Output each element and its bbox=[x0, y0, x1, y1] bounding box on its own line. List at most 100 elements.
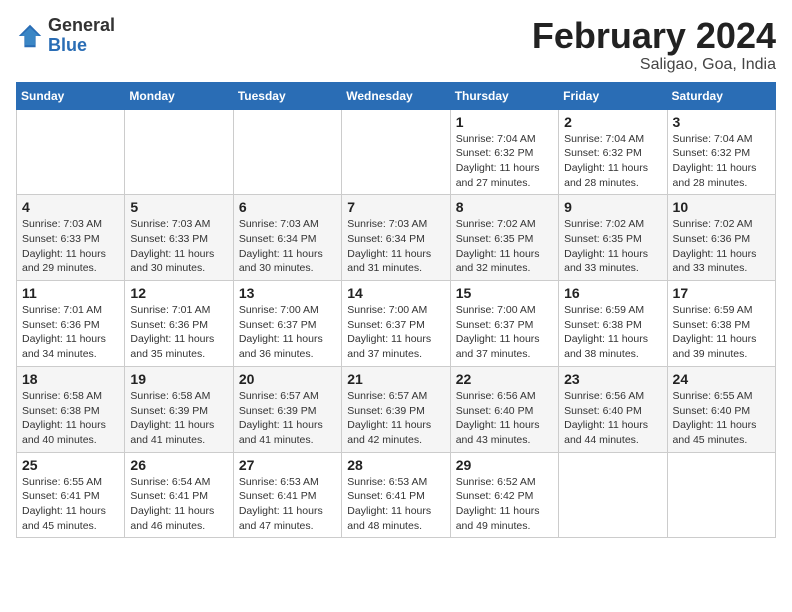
week-row-2: 11 Sunrise: 7:01 AM Sunset: 6:36 PM Dayli… bbox=[17, 281, 776, 367]
week-row-1: 4 Sunrise: 7:03 AM Sunset: 6:33 PM Daylig… bbox=[17, 195, 776, 281]
day-number: 5 bbox=[130, 199, 227, 215]
day-info: Sunrise: 6:52 AM Sunset: 6:42 PM Dayligh… bbox=[456, 475, 553, 534]
day-cell: 19 Sunrise: 6:58 AM Sunset: 6:39 PM Dayli… bbox=[125, 366, 233, 452]
day-cell: 29 Sunrise: 6:52 AM Sunset: 6:42 PM Dayli… bbox=[450, 452, 558, 538]
day-number: 19 bbox=[130, 371, 227, 387]
day-number: 13 bbox=[239, 285, 336, 301]
day-number: 14 bbox=[347, 285, 444, 301]
day-cell: 21 Sunrise: 6:57 AM Sunset: 6:39 PM Dayli… bbox=[342, 366, 450, 452]
weekday-header-saturday: Saturday bbox=[667, 82, 775, 109]
week-row-4: 25 Sunrise: 6:55 AM Sunset: 6:41 PM Dayli… bbox=[17, 452, 776, 538]
logo-general: General bbox=[48, 15, 115, 35]
logo-text: General Blue bbox=[48, 16, 115, 56]
day-info: Sunrise: 7:03 AM Sunset: 6:33 PM Dayligh… bbox=[22, 217, 119, 276]
day-number: 25 bbox=[22, 457, 119, 473]
day-cell: 17 Sunrise: 6:59 AM Sunset: 6:38 PM Dayli… bbox=[667, 281, 775, 367]
day-cell: 2 Sunrise: 7:04 AM Sunset: 6:32 PM Daylig… bbox=[559, 109, 667, 195]
day-info: Sunrise: 6:57 AM Sunset: 6:39 PM Dayligh… bbox=[239, 389, 336, 448]
day-info: Sunrise: 6:56 AM Sunset: 6:40 PM Dayligh… bbox=[564, 389, 661, 448]
day-number: 22 bbox=[456, 371, 553, 387]
day-info: Sunrise: 6:59 AM Sunset: 6:38 PM Dayligh… bbox=[673, 303, 770, 362]
day-info: Sunrise: 6:57 AM Sunset: 6:39 PM Dayligh… bbox=[347, 389, 444, 448]
day-number: 21 bbox=[347, 371, 444, 387]
day-cell bbox=[125, 109, 233, 195]
day-cell bbox=[233, 109, 341, 195]
day-info: Sunrise: 7:02 AM Sunset: 6:35 PM Dayligh… bbox=[564, 217, 661, 276]
day-number: 7 bbox=[347, 199, 444, 215]
day-info: Sunrise: 7:04 AM Sunset: 6:32 PM Dayligh… bbox=[673, 132, 770, 191]
weekday-header-friday: Friday bbox=[559, 82, 667, 109]
day-number: 20 bbox=[239, 371, 336, 387]
day-cell: 9 Sunrise: 7:02 AM Sunset: 6:35 PM Daylig… bbox=[559, 195, 667, 281]
day-number: 26 bbox=[130, 457, 227, 473]
day-info: Sunrise: 6:53 AM Sunset: 6:41 PM Dayligh… bbox=[347, 475, 444, 534]
logo: General Blue bbox=[16, 16, 115, 56]
day-number: 6 bbox=[239, 199, 336, 215]
day-info: Sunrise: 6:59 AM Sunset: 6:38 PM Dayligh… bbox=[564, 303, 661, 362]
day-info: Sunrise: 7:02 AM Sunset: 6:35 PM Dayligh… bbox=[456, 217, 553, 276]
day-info: Sunrise: 7:04 AM Sunset: 6:32 PM Dayligh… bbox=[456, 132, 553, 191]
day-cell: 15 Sunrise: 7:00 AM Sunset: 6:37 PM Dayli… bbox=[450, 281, 558, 367]
day-number: 24 bbox=[673, 371, 770, 387]
day-info: Sunrise: 7:03 AM Sunset: 6:34 PM Dayligh… bbox=[239, 217, 336, 276]
day-cell: 18Sunrise: 6:58 AM Sunset: 6:38 PM Dayli… bbox=[17, 366, 125, 452]
day-cell: 25 Sunrise: 6:55 AM Sunset: 6:41 PM Dayli… bbox=[17, 452, 125, 538]
day-cell bbox=[559, 452, 667, 538]
week-row-0: 1 Sunrise: 7:04 AM Sunset: 6:32 PM Daylig… bbox=[17, 109, 776, 195]
day-cell: 7Sunrise: 7:03 AM Sunset: 6:34 PM Daylig… bbox=[342, 195, 450, 281]
day-info: Sunrise: 7:00 AM Sunset: 6:37 PM Dayligh… bbox=[456, 303, 553, 362]
day-number: 1 bbox=[456, 114, 553, 130]
day-number: 15 bbox=[456, 285, 553, 301]
day-info: Sunrise: 7:01 AM Sunset: 6:36 PM Dayligh… bbox=[130, 303, 227, 362]
month-title: February 2024 bbox=[532, 16, 776, 56]
day-number: 29 bbox=[456, 457, 553, 473]
day-cell: 1 Sunrise: 7:04 AM Sunset: 6:32 PM Daylig… bbox=[450, 109, 558, 195]
day-cell: 16 Sunrise: 6:59 AM Sunset: 6:38 PM Dayli… bbox=[559, 281, 667, 367]
day-cell: 22 Sunrise: 6:56 AM Sunset: 6:40 PM Dayli… bbox=[450, 366, 558, 452]
day-cell: 5 Sunrise: 7:03 AM Sunset: 6:33 PM Daylig… bbox=[125, 195, 233, 281]
day-cell: 12Sunrise: 7:01 AM Sunset: 6:36 PM Dayli… bbox=[125, 281, 233, 367]
day-number: 16 bbox=[564, 285, 661, 301]
day-cell: 28Sunrise: 6:53 AM Sunset: 6:41 PM Dayli… bbox=[342, 452, 450, 538]
logo-blue: Blue bbox=[48, 35, 87, 55]
day-info: Sunrise: 6:53 AM Sunset: 6:41 PM Dayligh… bbox=[239, 475, 336, 534]
weekday-header-sunday: Sunday bbox=[17, 82, 125, 109]
day-number: 4 bbox=[22, 199, 119, 215]
day-cell bbox=[17, 109, 125, 195]
day-cell: 11Sunrise: 7:01 AM Sunset: 6:36 PM Dayli… bbox=[17, 281, 125, 367]
day-cell bbox=[342, 109, 450, 195]
day-number: 3 bbox=[673, 114, 770, 130]
day-info: Sunrise: 7:00 AM Sunset: 6:37 PM Dayligh… bbox=[347, 303, 444, 362]
day-cell: 13 Sunrise: 7:00 AM Sunset: 6:37 PM Dayli… bbox=[233, 281, 341, 367]
header: General Blue February 2024 Saligao, Goa,… bbox=[16, 16, 776, 74]
day-info: Sunrise: 7:04 AM Sunset: 6:32 PM Dayligh… bbox=[564, 132, 661, 191]
calendar-table: SundayMondayTuesdayWednesdayThursdayFrid… bbox=[16, 82, 776, 539]
title-area: February 2024 Saligao, Goa, India bbox=[532, 16, 776, 74]
day-info: Sunrise: 6:55 AM Sunset: 6:41 PM Dayligh… bbox=[22, 475, 119, 534]
day-cell: 24 Sunrise: 6:55 AM Sunset: 6:40 PM Dayli… bbox=[667, 366, 775, 452]
weekday-header-wednesday: Wednesday bbox=[342, 82, 450, 109]
weekday-header-monday: Monday bbox=[125, 82, 233, 109]
day-number: 10 bbox=[673, 199, 770, 215]
day-info: Sunrise: 6:58 AM Sunset: 6:39 PM Dayligh… bbox=[130, 389, 227, 448]
day-number: 2 bbox=[564, 114, 661, 130]
day-info: Sunrise: 7:02 AM Sunset: 6:36 PM Dayligh… bbox=[673, 217, 770, 276]
day-cell: 8Sunrise: 7:02 AM Sunset: 6:35 PM Daylig… bbox=[450, 195, 558, 281]
day-cell: 23 Sunrise: 6:56 AM Sunset: 6:40 PM Dayli… bbox=[559, 366, 667, 452]
day-number: 17 bbox=[673, 285, 770, 301]
day-cell: 6 Sunrise: 7:03 AM Sunset: 6:34 PM Daylig… bbox=[233, 195, 341, 281]
day-info: Sunrise: 7:00 AM Sunset: 6:37 PM Dayligh… bbox=[239, 303, 336, 362]
day-number: 11 bbox=[22, 285, 119, 301]
logo-icon bbox=[16, 22, 44, 50]
day-cell: 20 Sunrise: 6:57 AM Sunset: 6:39 PM Dayli… bbox=[233, 366, 341, 452]
day-number: 23 bbox=[564, 371, 661, 387]
day-cell: 10 Sunrise: 7:02 AM Sunset: 6:36 PM Dayli… bbox=[667, 195, 775, 281]
day-number: 27 bbox=[239, 457, 336, 473]
day-number: 9 bbox=[564, 199, 661, 215]
day-info: Sunrise: 6:56 AM Sunset: 6:40 PM Dayligh… bbox=[456, 389, 553, 448]
day-number: 18 bbox=[22, 371, 119, 387]
day-info: Sunrise: 7:03 AM Sunset: 6:33 PM Dayligh… bbox=[130, 217, 227, 276]
day-cell: 14 Sunrise: 7:00 AM Sunset: 6:37 PM Dayli… bbox=[342, 281, 450, 367]
day-cell: 3 Sunrise: 7:04 AM Sunset: 6:32 PM Daylig… bbox=[667, 109, 775, 195]
day-info: Sunrise: 6:55 AM Sunset: 6:40 PM Dayligh… bbox=[673, 389, 770, 448]
